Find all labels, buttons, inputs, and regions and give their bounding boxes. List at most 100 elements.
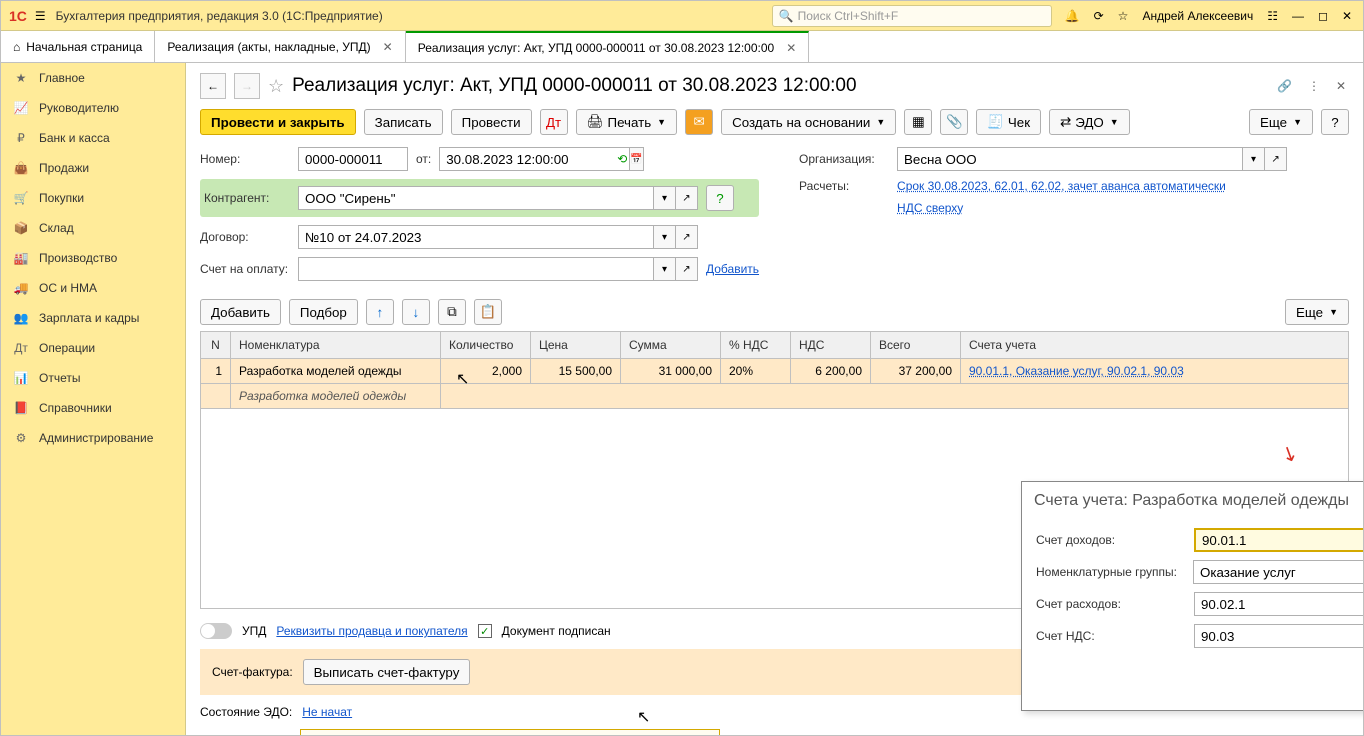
sidebar-item-sales[interactable]: 👜Продажи xyxy=(1,153,185,183)
open-icon[interactable]: ↗ xyxy=(676,257,698,281)
history-icon[interactable]: ⟳ xyxy=(1091,6,1107,26)
post-and-close-button[interactable]: Провести и закрыть xyxy=(200,109,356,135)
vat-mode-link[interactable]: НДС сверху xyxy=(897,201,963,215)
move-up-button[interactable]: ↑ xyxy=(366,299,394,325)
calc-link[interactable]: Срок 30.08.2023, 62.01, 62.02, зачет ава… xyxy=(897,179,1226,193)
col-accts[interactable]: Счета учета xyxy=(961,332,1349,359)
org-input[interactable] xyxy=(897,147,1243,171)
table-row-sub[interactable]: Разработка моделей одежды xyxy=(201,384,1349,409)
close-icon[interactable]: ✕ xyxy=(1339,6,1355,26)
settings-icon[interactable]: ☷ xyxy=(1264,6,1281,26)
calendar-icon[interactable]: 📅 xyxy=(630,147,643,171)
sidebar-item-purchases[interactable]: 🛒Покупки xyxy=(1,183,185,213)
post-button[interactable]: Провести xyxy=(451,109,532,135)
star-icon[interactable]: ☆ xyxy=(1115,6,1132,26)
create-based-button[interactable]: Создать на основании▼ xyxy=(721,109,896,135)
invoice-input[interactable] xyxy=(298,257,654,281)
tab-home[interactable]: ⌂ Начальная страница xyxy=(1,31,155,62)
contract-input[interactable] xyxy=(298,225,654,249)
sidebar-item-assets[interactable]: 🚚ОС и НМА xyxy=(1,273,185,303)
sidebar-item-bank[interactable]: ₽Банк и касса xyxy=(1,123,185,153)
col-vatpct[interactable]: % НДС xyxy=(721,332,791,359)
upd-toggle[interactable] xyxy=(200,623,232,639)
search-input[interactable]: 🔍 Поиск Ctrl+Shift+F xyxy=(772,5,1052,27)
vat-acct-input[interactable] xyxy=(1194,624,1363,648)
col-n[interactable]: N xyxy=(201,332,231,359)
seller-buyer-link[interactable]: Реквизиты продавца и покупателя xyxy=(276,624,467,638)
sidebar-item-operations[interactable]: ДтОперации xyxy=(1,333,185,363)
print-button[interactable]: 🖨 Печать▼ xyxy=(576,109,678,135)
comment-input[interactable] xyxy=(300,729,720,735)
accounts-link[interactable]: 90.01.1, Оказание услуг, 90.02.1, 90.03 xyxy=(969,364,1184,378)
col-total[interactable]: Всего xyxy=(871,332,961,359)
comment-label: Комментарий: xyxy=(200,734,290,735)
dt-kt-button[interactable]: Дт xyxy=(540,109,568,135)
back-button[interactable]: ← xyxy=(200,73,226,99)
expense-input[interactable] xyxy=(1194,592,1363,616)
menu-icon[interactable]: ☰ xyxy=(35,9,46,23)
bag-icon: 👜 xyxy=(13,161,29,175)
open-icon[interactable]: ↗ xyxy=(676,186,698,210)
sidebar-item-manager[interactable]: 📈Руководителю xyxy=(1,93,185,123)
sidebar-item-production[interactable]: 🏭Производство xyxy=(1,243,185,273)
number-input[interactable] xyxy=(298,147,408,171)
tab-close-icon[interactable]: ✕ xyxy=(786,41,796,55)
bell-icon[interactable]: 🔔 xyxy=(1062,6,1083,26)
link-icon[interactable]: 🔗 xyxy=(1274,76,1295,96)
kebab-icon[interactable]: ⋮ xyxy=(1305,76,1323,96)
select-button[interactable]: Подбор xyxy=(289,299,358,325)
help-button[interactable]: ? xyxy=(1321,109,1349,135)
move-down-button[interactable]: ↓ xyxy=(402,299,430,325)
sidebar-item-warehouse[interactable]: 📦Склад xyxy=(1,213,185,243)
counterparty-input[interactable] xyxy=(298,186,654,210)
minimize-icon[interactable]: — xyxy=(1289,6,1307,26)
calc-label: Расчеты: xyxy=(799,179,889,193)
save-button[interactable]: Записать xyxy=(364,109,443,135)
col-sum[interactable]: Сумма xyxy=(621,332,721,359)
open-icon[interactable]: ↗ xyxy=(676,225,698,249)
date-input[interactable] xyxy=(439,147,630,171)
dropdown-icon[interactable]: ▾ xyxy=(1243,147,1265,171)
tab-document[interactable]: Реализация услуг: Акт, УПД 0000-000011 о… xyxy=(406,31,810,62)
col-vat[interactable]: НДС xyxy=(791,332,871,359)
dropdown-icon[interactable]: ▾ xyxy=(654,225,676,249)
attach-button[interactable]: 📎 xyxy=(940,109,968,135)
maximize-icon[interactable]: ◻ xyxy=(1315,6,1331,26)
forward-button[interactable]: → xyxy=(234,73,260,99)
edo-state-link[interactable]: Не начат xyxy=(302,705,352,719)
sidebar-item-salary[interactable]: 👥Зарплата и кадры xyxy=(1,303,185,333)
copy-button[interactable]: ⧉ xyxy=(438,299,466,325)
close-doc-icon[interactable]: ✕ xyxy=(1333,76,1349,96)
home-icon: ⌂ xyxy=(13,40,20,54)
check-button[interactable]: 🧾 Чек xyxy=(976,109,1041,135)
mail-button[interactable]: ✉ xyxy=(685,109,713,135)
group-input[interactable] xyxy=(1193,560,1363,584)
tab-realizations[interactable]: Реализация (акты, накладные, УПД) ✕ xyxy=(155,31,405,62)
col-qty[interactable]: Количество xyxy=(441,332,531,359)
paste-button[interactable]: 📋 xyxy=(474,299,502,325)
sidebar-item-main[interactable]: ★Главное xyxy=(1,63,185,93)
refresh-icon[interactable]: ⟲ xyxy=(617,152,627,166)
add-invoice-link[interactable]: Добавить xyxy=(706,262,759,276)
counterparty-help[interactable]: ? xyxy=(706,185,734,211)
col-price[interactable]: Цена xyxy=(531,332,621,359)
sidebar-item-catalogs[interactable]: 📕Справочники xyxy=(1,393,185,423)
col-nom[interactable]: Номенклатура xyxy=(231,332,441,359)
add-row-button[interactable]: Добавить xyxy=(200,299,281,325)
issue-sf-button[interactable]: Выписать счет-фактуру xyxy=(303,659,471,685)
favorite-toggle[interactable]: ☆ xyxy=(268,76,284,97)
open-icon[interactable]: ↗ xyxy=(1265,147,1287,171)
sidebar-item-admin[interactable]: ⚙Администрирование xyxy=(1,423,185,453)
table-row[interactable]: 1 Разработка моделей одежды 2,000 15 500… xyxy=(201,359,1349,384)
income-input[interactable] xyxy=(1194,528,1363,552)
sidebar-item-reports[interactable]: 📊Отчеты xyxy=(1,363,185,393)
dropdown-icon[interactable]: ▾ xyxy=(654,186,676,210)
grid-button[interactable]: ▦ xyxy=(904,109,932,135)
table-more-button[interactable]: Еще▼ xyxy=(1285,299,1349,325)
dropdown-icon[interactable]: ▾ xyxy=(654,257,676,281)
more-button[interactable]: Еще▼ xyxy=(1249,109,1313,135)
edo-button[interactable]: ⇄ ЭДО▼ xyxy=(1049,109,1130,135)
signed-checkbox[interactable]: ✓ xyxy=(478,624,492,638)
tab-close-icon[interactable]: ✕ xyxy=(383,40,393,54)
user-name[interactable]: Андрей Алексеевич xyxy=(1139,6,1256,26)
